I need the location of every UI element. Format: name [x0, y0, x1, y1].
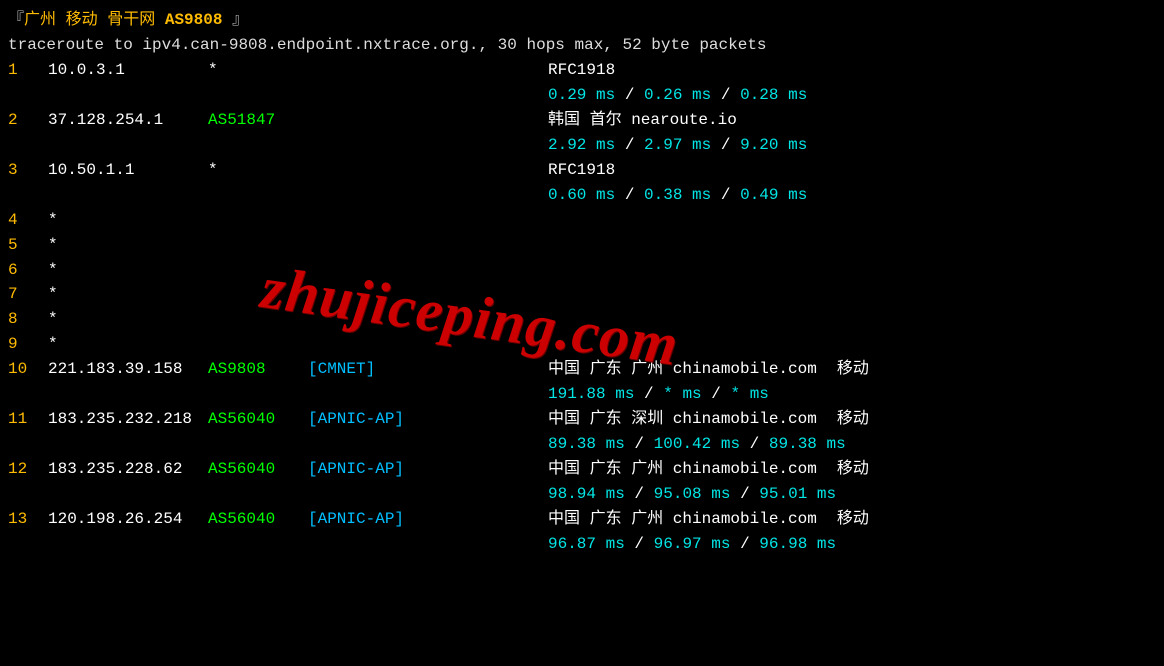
hop-ip: 37.128.254.1: [48, 108, 208, 133]
hop-number: 13: [8, 507, 48, 532]
hop-ip: 221.183.39.158: [48, 357, 208, 382]
hops-list: 110.0.3.1*RFC19180.29 ms / 0.26 ms / 0.2…: [8, 58, 1156, 557]
timeout-mark: *: [48, 282, 58, 307]
timing-row: 0.60 ms / 0.38 ms / 0.49 ms: [8, 183, 1156, 208]
hop-tag: [APNIC-AP]: [308, 407, 548, 432]
header-asn: AS9808: [165, 11, 223, 29]
header-suffix: 』: [232, 11, 248, 29]
hop-number: 12: [8, 457, 48, 482]
hop-asn: AS56040: [208, 457, 308, 482]
hop-ip: 10.0.3.1: [48, 58, 208, 83]
hop-row-timeout: 8*: [8, 307, 1156, 332]
trace-header: 『广州 移动 骨干网 AS9808 』: [8, 8, 1156, 33]
hop-tag: [APNIC-AP]: [308, 457, 548, 482]
hop-number: 6: [8, 258, 48, 283]
hop-row: 310.50.1.1* RFC1918: [8, 158, 1156, 183]
hop-timing: 0.60 ms / 0.38 ms / 0.49 ms: [548, 183, 807, 208]
hop-ip: 120.198.26.254: [48, 507, 208, 532]
timeout-mark: *: [48, 307, 58, 332]
hop-asn: *: [208, 158, 308, 183]
hop-number: 1: [8, 58, 48, 83]
hop-timing: 2.92 ms / 2.97 ms / 9.20 ms: [548, 133, 807, 158]
hop-location: 中国 广东 广州 chinamobile.com: [548, 507, 817, 532]
hop-timing: 191.88 ms / * ms / * ms: [548, 382, 769, 407]
header-prefix: 『: [8, 11, 24, 29]
hop-asn: AS56040: [208, 407, 308, 432]
hop-isp: 移动: [837, 507, 869, 532]
hop-number: 4: [8, 208, 48, 233]
hop-ip: 183.235.232.218: [48, 407, 208, 432]
hop-location: 中国 广东 广州 chinamobile.com: [548, 357, 817, 382]
hop-number: 2: [8, 108, 48, 133]
hop-asn: *: [208, 58, 308, 83]
hop-tag: [CMNET]: [308, 357, 548, 382]
hop-location: RFC1918: [548, 58, 615, 83]
timing-row: 0.29 ms / 0.26 ms / 0.28 ms: [8, 83, 1156, 108]
hop-number: 3: [8, 158, 48, 183]
timeout-mark: *: [48, 208, 58, 233]
hop-timing: 0.29 ms / 0.26 ms / 0.28 ms: [548, 83, 807, 108]
hop-location: 中国 广东 广州 chinamobile.com: [548, 457, 817, 482]
hop-ip: 183.235.228.62: [48, 457, 208, 482]
hop-location: 中国 广东 深圳 chinamobile.com: [548, 407, 817, 432]
hop-asn: AS56040: [208, 507, 308, 532]
timing-row: 98.94 ms / 95.08 ms / 95.01 ms: [8, 482, 1156, 507]
hop-timing: 96.87 ms / 96.97 ms / 96.98 ms: [548, 532, 836, 557]
hop-number: 8: [8, 307, 48, 332]
hop-row: 11183.235.232.218AS56040[APNIC-AP]中国 广东 …: [8, 407, 1156, 432]
hop-row: 10221.183.39.158AS9808[CMNET]中国 广东 广州 ch…: [8, 357, 1156, 382]
hop-number: 5: [8, 233, 48, 258]
hop-row: 13120.198.26.254AS56040[APNIC-AP]中国 广东 广…: [8, 507, 1156, 532]
timing-row: 191.88 ms / * ms / * ms: [8, 382, 1156, 407]
timing-row: 89.38 ms / 100.42 ms / 89.38 ms: [8, 432, 1156, 457]
hop-number: 7: [8, 282, 48, 307]
hop-location: RFC1918: [548, 158, 615, 183]
hop-row-timeout: 9*: [8, 332, 1156, 357]
hop-row-timeout: 6*: [8, 258, 1156, 283]
hop-timing: 89.38 ms / 100.42 ms / 89.38 ms: [548, 432, 846, 457]
hop-row-timeout: 5*: [8, 233, 1156, 258]
hop-tag: [APNIC-AP]: [308, 507, 548, 532]
hop-asn: AS51847: [208, 108, 308, 133]
hop-row-timeout: 4*: [8, 208, 1156, 233]
hop-isp: 移动: [837, 457, 869, 482]
hop-isp: 移动: [837, 407, 869, 432]
hop-location: 韩国 首尔 nearoute.io: [548, 108, 737, 133]
timeout-mark: *: [48, 258, 58, 283]
header-loc: 广州 移动 骨干网: [24, 11, 155, 29]
hop-row-timeout: 7*: [8, 282, 1156, 307]
hop-ip: 10.50.1.1: [48, 158, 208, 183]
timing-row: 96.87 ms / 96.97 ms / 96.98 ms: [8, 532, 1156, 557]
hop-timing: 98.94 ms / 95.08 ms / 95.01 ms: [548, 482, 836, 507]
hop-row: 110.0.3.1* RFC1918: [8, 58, 1156, 83]
hop-isp: 移动: [837, 357, 869, 382]
hop-asn: AS9808: [208, 357, 308, 382]
traceroute-command: traceroute to ipv4.can-9808.endpoint.nxt…: [8, 33, 1156, 58]
hop-number: 10: [8, 357, 48, 382]
timeout-mark: *: [48, 233, 58, 258]
hop-number: 9: [8, 332, 48, 357]
hop-row: 12183.235.228.62AS56040[APNIC-AP]中国 广东 广…: [8, 457, 1156, 482]
hop-number: 11: [8, 407, 48, 432]
timing-row: 2.92 ms / 2.97 ms / 9.20 ms: [8, 133, 1156, 158]
timeout-mark: *: [48, 332, 58, 357]
hop-row: 237.128.254.1AS51847 韩国 首尔 nearoute.io: [8, 108, 1156, 133]
